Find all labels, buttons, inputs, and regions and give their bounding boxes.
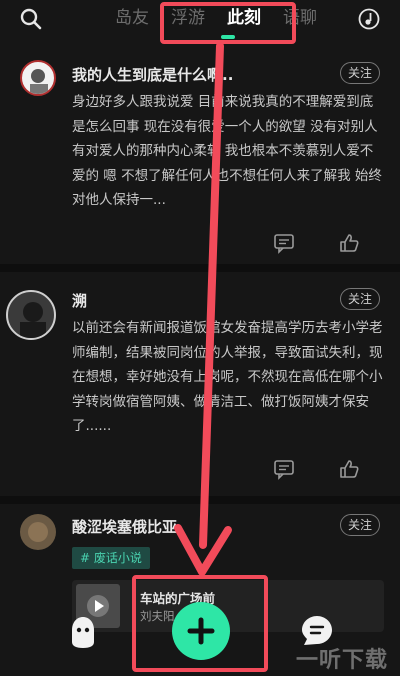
guide-arrow	[174, 42, 232, 576]
